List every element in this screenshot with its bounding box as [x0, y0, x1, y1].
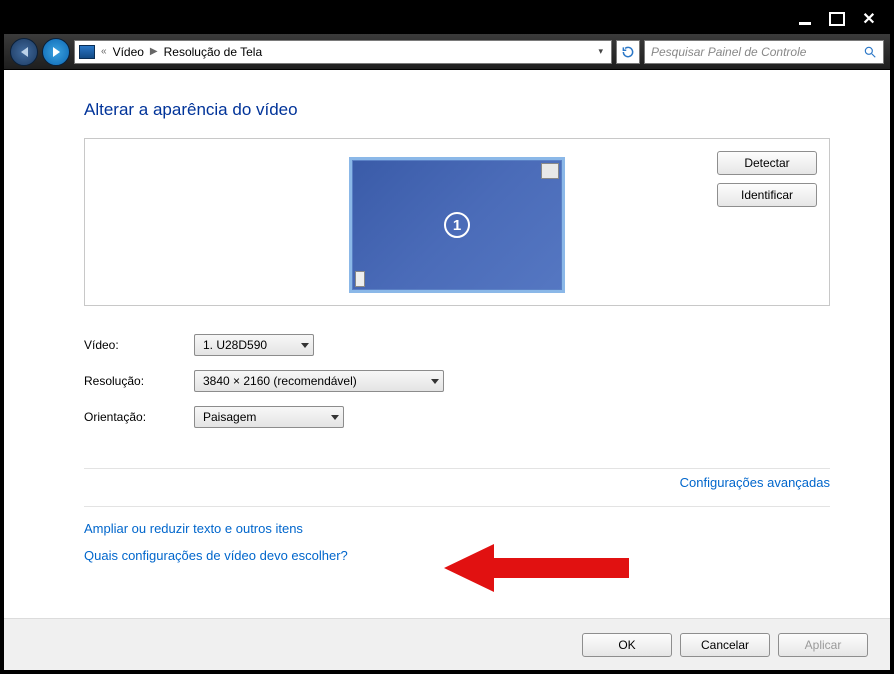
- search-input[interactable]: Pesquisar Painel de Controle: [644, 40, 884, 64]
- close-button[interactable]: ✕: [854, 9, 884, 29]
- control-panel-icon: [79, 45, 95, 59]
- divider: [84, 506, 830, 507]
- back-button[interactable]: [10, 38, 38, 66]
- video-select-value: 1. U28D590: [203, 338, 267, 352]
- resolution-label: Resolução:: [84, 374, 194, 388]
- divider: [84, 468, 830, 469]
- apply-button[interactable]: Aplicar: [778, 633, 868, 657]
- monitor-thumbnail[interactable]: 1: [349, 157, 565, 293]
- breadcrumb-sep-icon: «: [101, 46, 107, 57]
- address-bar[interactable]: « Vídeo ▶ Resolução de Tela ▾: [74, 40, 612, 64]
- chevron-down-icon: [301, 343, 309, 348]
- titlebar: ✕: [4, 4, 890, 34]
- resolution-select-value: 3840 × 2160 (recomendável): [203, 374, 357, 388]
- breadcrumb-segment[interactable]: Resolução de Tela: [164, 45, 263, 59]
- refresh-icon: [621, 45, 635, 59]
- minimize-button[interactable]: [790, 9, 820, 29]
- search-placeholder: Pesquisar Painel de Controle: [651, 45, 806, 59]
- which-settings-link[interactable]: Quais configurações de vídeo devo escolh…: [84, 548, 830, 563]
- help-links: Ampliar ou reduzir texto e outros itens …: [84, 521, 830, 563]
- video-label: Vídeo:: [84, 338, 194, 352]
- maximize-button[interactable]: [822, 9, 852, 29]
- arrow-right-icon: [53, 47, 60, 57]
- orientation-select[interactable]: Paisagem: [194, 406, 344, 428]
- monitor-number-badge: 1: [444, 212, 470, 238]
- ok-button[interactable]: OK: [582, 633, 672, 657]
- settings-form: Vídeo: 1. U28D590 Resolução: 3840 × 2160…: [84, 334, 830, 428]
- orientation-label: Orientação:: [84, 410, 194, 424]
- screen-resolution-window: ✕ « Vídeo ▶ Resolução de Tela ▾ Pesquisa…: [0, 0, 894, 674]
- address-dropdown-icon[interactable]: ▾: [594, 46, 607, 57]
- identify-button[interactable]: Identificar: [717, 183, 817, 207]
- arrow-left-icon: [21, 47, 28, 57]
- resize-text-link[interactable]: Ampliar ou reduzir texto e outros itens: [84, 521, 830, 536]
- detect-button[interactable]: Detectar: [717, 151, 817, 175]
- forward-button[interactable]: [42, 38, 70, 66]
- video-select[interactable]: 1. U28D590: [194, 334, 314, 356]
- display-preview-box: 1 Detectar Identificar: [84, 138, 830, 306]
- breadcrumb-segment[interactable]: Vídeo: [113, 45, 144, 59]
- chevron-right-icon: ▶: [150, 46, 158, 57]
- search-icon: [863, 45, 877, 59]
- advanced-settings-link[interactable]: Configurações avançadas: [680, 475, 830, 490]
- dialog-footer: OK Cancelar Aplicar: [4, 618, 890, 670]
- advanced-link-row: Configurações avançadas: [84, 475, 830, 490]
- orientation-row: Orientação: Paisagem: [84, 406, 830, 428]
- monitor-thumb-decor: [541, 163, 559, 179]
- toolbar: « Vídeo ▶ Resolução de Tela ▾ Pesquisar …: [4, 34, 890, 70]
- monitor-thumb-decor: [355, 271, 365, 287]
- chevron-down-icon: [331, 415, 339, 420]
- refresh-button[interactable]: [616, 40, 640, 64]
- resolution-row: Resolução: 3840 × 2160 (recomendável): [84, 370, 830, 392]
- resolution-select[interactable]: 3840 × 2160 (recomendável): [194, 370, 444, 392]
- page-title: Alterar a aparência do vídeo: [84, 100, 830, 120]
- chevron-down-icon: [431, 379, 439, 384]
- content-pane: Alterar a aparência do vídeo 1 Detectar …: [4, 70, 890, 618]
- cancel-button[interactable]: Cancelar: [680, 633, 770, 657]
- video-row: Vídeo: 1. U28D590: [84, 334, 830, 356]
- orientation-select-value: Paisagem: [203, 410, 256, 424]
- preview-side-buttons: Detectar Identificar: [717, 151, 817, 207]
